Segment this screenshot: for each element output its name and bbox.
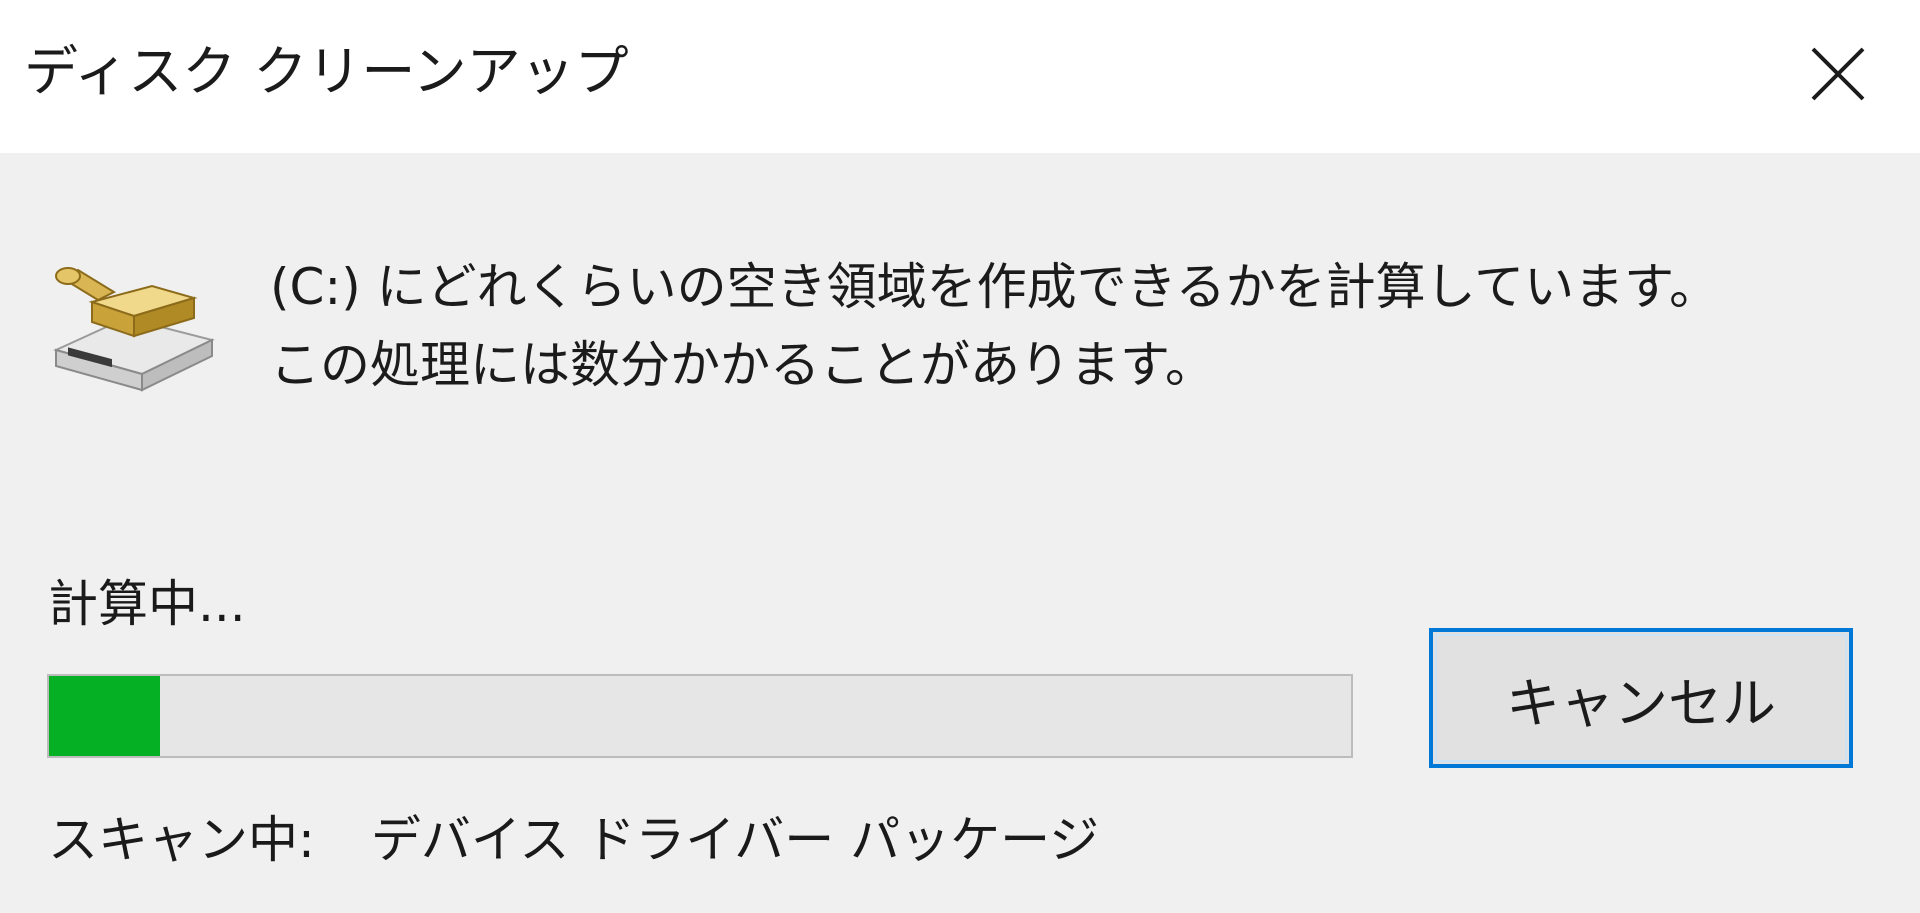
- disk-cleanup-icon: [48, 258, 218, 394]
- progress-fill: [49, 676, 160, 756]
- title-bar: ディスク クリーンアップ: [0, 0, 1920, 153]
- cancel-button[interactable]: キャンセル: [1429, 628, 1853, 768]
- close-icon: [1811, 47, 1865, 101]
- scan-item: デバイス ドライバー パッケージ: [370, 811, 1100, 869]
- calculation-message: (C:) にどれくらいの空き領域を作成できるかを計算しています。 この処理には数…: [270, 248, 1719, 404]
- window-title: ディスク クリーンアップ: [24, 40, 629, 103]
- close-button[interactable]: [1790, 26, 1886, 122]
- message-line-1: (C:) にどれくらいの空き領域を作成できるかを計算しています。: [270, 258, 1720, 316]
- disk-cleanup-dialog: ディスク クリーンアップ (C:) にどれくらいの空き領域を作成できるかを計算し…: [0, 0, 1920, 913]
- scan-prefix: スキャン中:: [48, 811, 315, 869]
- progress-bar: [47, 674, 1353, 758]
- message-line-2: この処理には数分かかることがあります。: [270, 336, 1215, 394]
- scan-status: スキャン中: デバイス ドライバー パッケージ: [48, 804, 1099, 876]
- status-label: 計算中...: [48, 575, 246, 633]
